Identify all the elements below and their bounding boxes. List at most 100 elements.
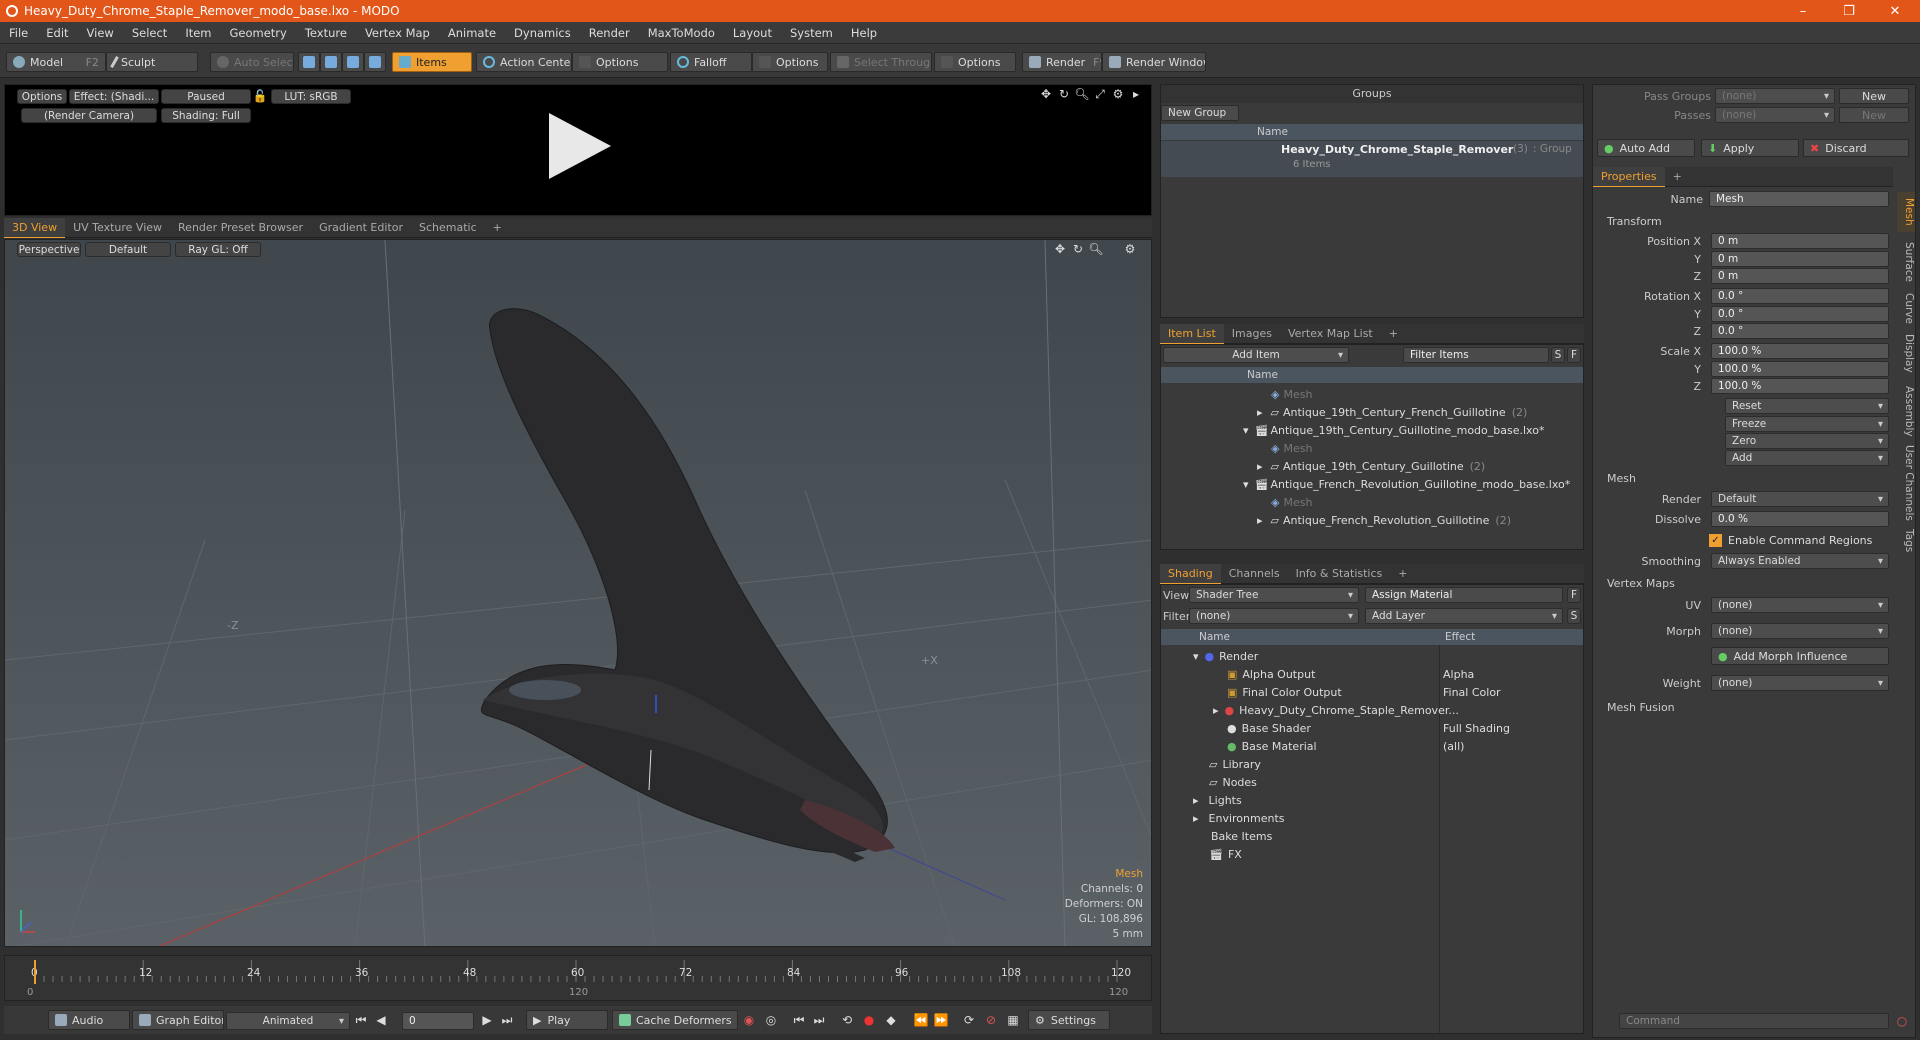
effect-full-shading[interactable]: Full Shading bbox=[1443, 719, 1510, 737]
add-layer-dropdown[interactable]: Add Layer bbox=[1365, 608, 1563, 624]
prev-frame-icon[interactable]: ◀ bbox=[374, 1013, 388, 1027]
link-icon[interactable]: ⟲ bbox=[840, 1013, 854, 1027]
tab-images[interactable]: Images bbox=[1224, 324, 1280, 344]
viewport-settings-icon[interactable]: ⚙ bbox=[1123, 242, 1137, 256]
rotation-z-field[interactable]: 0.0 ° bbox=[1711, 323, 1889, 339]
side-tab-assembly[interactable]: Assembly bbox=[1897, 382, 1915, 440]
play-button[interactable]: ▶ Play bbox=[526, 1010, 608, 1030]
perspective-dropdown[interactable]: Perspective bbox=[17, 242, 81, 257]
render-camera-dropdown[interactable]: (Render Camera) bbox=[21, 108, 157, 123]
3d-viewport[interactable]: Perspective Default Ray GL: Off ✥ ↻ 🔍︎ ⚙… bbox=[4, 239, 1152, 947]
reset-dropdown[interactable]: Reset bbox=[1725, 398, 1889, 414]
position-x-field[interactable]: 0 m bbox=[1711, 233, 1889, 249]
render-button[interactable]: Render F9 bbox=[1022, 52, 1102, 72]
side-tab-surface[interactable]: Surface bbox=[1897, 236, 1915, 288]
menu-item[interactable]: Item bbox=[176, 26, 220, 40]
menu-maxtomodo[interactable]: MaxToModo bbox=[639, 26, 724, 40]
list-item[interactable]: ◈ Mesh bbox=[1271, 385, 1312, 403]
filter-dropdown[interactable]: (none) bbox=[1189, 608, 1359, 624]
step-back-icon[interactable]: ⏪ bbox=[914, 1013, 929, 1027]
pan-icon[interactable]: ✥ bbox=[1053, 242, 1067, 256]
minimize-button[interactable]: – bbox=[1780, 0, 1826, 22]
settings-gear-icon[interactable]: ⚙ bbox=[1111, 87, 1125, 101]
auto-add-button[interactable]: ● Auto Add bbox=[1597, 139, 1695, 157]
add-layer-s-button[interactable]: S bbox=[1567, 608, 1581, 624]
list-item[interactable]: ▸ ▱ Antique_19th_Century_Guillotine (2) bbox=[1257, 457, 1485, 475]
mesh-fusion-section[interactable]: Mesh Fusion bbox=[1607, 701, 1675, 714]
add-dropdown[interactable]: Add bbox=[1725, 450, 1889, 466]
settings-button[interactable]: ⚙ Settings bbox=[1028, 1010, 1110, 1030]
scale-y-field[interactable]: 100.0 % bbox=[1711, 361, 1889, 377]
zero-dropdown[interactable]: Zero bbox=[1725, 433, 1889, 449]
smoothing-dropdown[interactable]: Always Enabled bbox=[1711, 553, 1889, 569]
tab-properties[interactable]: Properties bbox=[1593, 166, 1665, 187]
menu-texture[interactable]: Texture bbox=[296, 26, 356, 40]
tab-3d-view[interactable]: 3D View bbox=[4, 217, 66, 238]
lut-dropdown[interactable]: LUT: sRGB bbox=[271, 89, 351, 104]
shader-row-base-material[interactable]: ● Base Material bbox=[1227, 737, 1317, 755]
dissolve-field[interactable]: 0.0 % bbox=[1711, 511, 1889, 527]
step-forward-icon[interactable]: ⏩ bbox=[934, 1013, 949, 1027]
tab-channels[interactable]: Channels bbox=[1221, 564, 1288, 584]
default-shading-dropdown[interactable]: Default bbox=[85, 242, 171, 257]
select-through-options-button[interactable]: Options bbox=[934, 52, 1016, 72]
search-f-button[interactable]: F bbox=[1567, 347, 1581, 363]
materials-mode-button[interactable] bbox=[364, 52, 386, 72]
menu-vertex-map[interactable]: Vertex Map bbox=[356, 26, 439, 40]
new-group-button[interactable]: New Group bbox=[1161, 105, 1239, 121]
effect-dropdown[interactable]: Effect: (Shadi... bbox=[69, 89, 159, 104]
rotate-view-icon[interactable]: ↻ bbox=[1071, 242, 1085, 256]
polygons-mode-button[interactable] bbox=[342, 52, 364, 72]
preview-options-button[interactable]: Options bbox=[17, 89, 67, 104]
view-dropdown[interactable]: Shader Tree bbox=[1189, 587, 1359, 603]
add-tab-button[interactable]: + bbox=[485, 218, 510, 238]
filter-items-field[interactable]: Filter Items bbox=[1403, 347, 1549, 363]
auto-select-button[interactable]: Auto Select bbox=[210, 52, 294, 72]
vertex-maps-section[interactable]: Vertex Maps bbox=[1607, 577, 1675, 590]
pass-groups-dropdown[interactable]: (none) bbox=[1715, 88, 1835, 104]
tab-info-statistics[interactable]: Info & Statistics bbox=[1288, 564, 1391, 584]
name-field[interactable]: Mesh bbox=[1709, 191, 1889, 207]
side-tab-user-channels[interactable]: User Channels bbox=[1897, 444, 1915, 522]
render-dropdown[interactable]: Default bbox=[1711, 491, 1889, 507]
menu-file[interactable]: File bbox=[0, 26, 37, 40]
items-mode-button[interactable]: Items bbox=[392, 52, 472, 72]
shading-dropdown[interactable]: Shading: Full bbox=[161, 108, 251, 123]
tab-shading[interactable]: Shading bbox=[1160, 563, 1221, 584]
audio-button[interactable]: Audio bbox=[48, 1010, 130, 1030]
tab-gradient-editor[interactable]: Gradient Editor bbox=[311, 218, 411, 238]
add-item-dropdown[interactable]: Add Item bbox=[1163, 347, 1349, 363]
go-end-icon[interactable]: ⏭ bbox=[500, 1013, 514, 1027]
mesh-section[interactable]: Mesh bbox=[1607, 472, 1636, 485]
list-item[interactable]: ▾ 🎬︎ Antique_French_Revolution_Guillotine_… bbox=[1243, 475, 1570, 493]
model-mode-button[interactable]: Model F2 bbox=[6, 52, 106, 72]
add-tab-button[interactable]: + bbox=[1390, 564, 1415, 584]
zoom-icon[interactable]: 🔍︎ bbox=[1074, 87, 1089, 101]
menu-select[interactable]: Select bbox=[123, 26, 176, 40]
scale-x-field[interactable]: 100.0 % bbox=[1711, 343, 1889, 359]
menu-edit[interactable]: Edit bbox=[37, 26, 77, 40]
new-pass-button[interactable]: New bbox=[1839, 107, 1909, 123]
menu-geometry[interactable]: Geometry bbox=[221, 26, 296, 40]
discard-button[interactable]: ✖ Discard bbox=[1803, 139, 1909, 157]
add-morph-influence-button[interactable]: ● Add Morph Influence bbox=[1711, 647, 1889, 665]
keyframe-icon[interactable]: ◆ bbox=[884, 1013, 898, 1027]
search-s-button[interactable]: S bbox=[1551, 347, 1565, 363]
tab-item-list[interactable]: Item List bbox=[1160, 323, 1224, 344]
play-icon[interactable] bbox=[545, 111, 615, 181]
assign-material-field[interactable]: Assign Material bbox=[1365, 587, 1563, 603]
morph-dropdown[interactable]: (none) bbox=[1711, 623, 1889, 639]
side-tab-tags[interactable]: Tags bbox=[1897, 526, 1915, 556]
close-button[interactable]: ✕ bbox=[1872, 0, 1918, 22]
shader-row-final-color[interactable]: ▣ Final Color Output bbox=[1227, 683, 1342, 701]
effect-alpha[interactable]: Alpha bbox=[1443, 665, 1474, 683]
list-item[interactable]: ◈ Mesh bbox=[1271, 493, 1312, 511]
effect-final-color[interactable]: Final Color bbox=[1443, 683, 1501, 701]
falloff-options-button[interactable]: Options bbox=[752, 52, 828, 72]
sync-icon[interactable]: ⟳ bbox=[962, 1013, 976, 1027]
shader-row-alpha-output[interactable]: ▣ Alpha Output bbox=[1227, 665, 1315, 683]
paused-button[interactable]: Paused bbox=[161, 89, 251, 104]
render-window-button[interactable]: Render Window bbox=[1102, 52, 1206, 72]
clear-key-icon[interactable]: ⊘ bbox=[984, 1013, 998, 1027]
shader-row-lights[interactable]: ▸ Lights bbox=[1193, 791, 1242, 809]
